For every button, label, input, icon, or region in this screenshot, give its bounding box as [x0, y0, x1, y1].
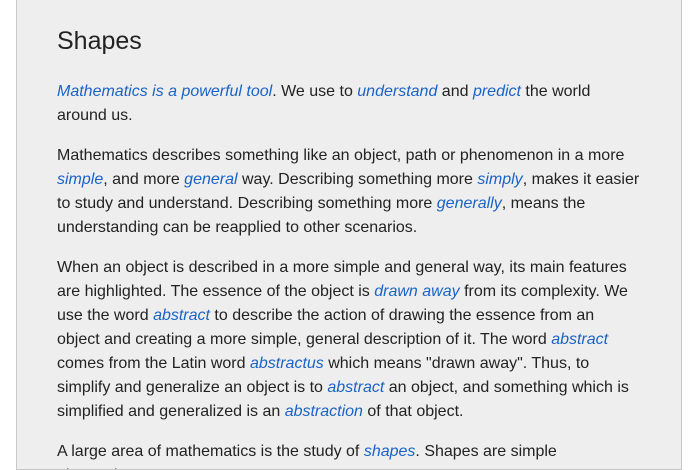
paragraph-text: way. Describing something more — [237, 171, 478, 188]
paragraph-3: When an object is described in a more si… — [57, 256, 641, 424]
term-link[interactable]: abstract — [327, 379, 384, 396]
paragraph-text: comes from the Latin word — [57, 355, 250, 372]
paragraph-text: of that object. — [362, 403, 464, 420]
page-title: Shapes — [57, 27, 142, 55]
term-link[interactable]: predict — [473, 83, 521, 100]
term-link[interactable]: abstractus — [250, 355, 324, 372]
paragraph-text: , and more — [103, 171, 185, 188]
term-link[interactable]: understand — [357, 83, 437, 100]
term-link[interactable]: Mathematics is a powerful tool — [57, 83, 272, 100]
paragraph-text: A large area of mathematics is the study… — [57, 443, 364, 460]
term-link[interactable]: general — [184, 171, 237, 188]
paragraph-text: . We use to — [272, 83, 358, 100]
article-body: Mathematics is a powerful tool. We use t… — [57, 80, 641, 469]
term-link[interactable]: simply — [477, 171, 522, 188]
term-link[interactable]: abstraction — [285, 403, 363, 420]
paragraph-1: Mathematics is a powerful tool. We use t… — [57, 80, 641, 128]
paragraph-4: A large area of mathematics is the study… — [57, 440, 641, 469]
term-link[interactable]: drawn away — [374, 283, 459, 300]
term-link[interactable]: simple — [57, 171, 103, 188]
term-link[interactable]: abstract — [153, 307, 210, 324]
paragraph-text: Mathematics describes something like an … — [57, 147, 625, 164]
paragraph-2: Mathematics describes something like an … — [57, 144, 641, 240]
term-link[interactable]: shapes — [364, 443, 416, 460]
term-link[interactable]: abstract — [551, 331, 608, 348]
paragraph-text: and — [437, 83, 473, 100]
content-page: Shapes Mathematics is a powerful tool. W… — [16, 0, 682, 470]
term-link[interactable]: generally — [437, 195, 502, 212]
